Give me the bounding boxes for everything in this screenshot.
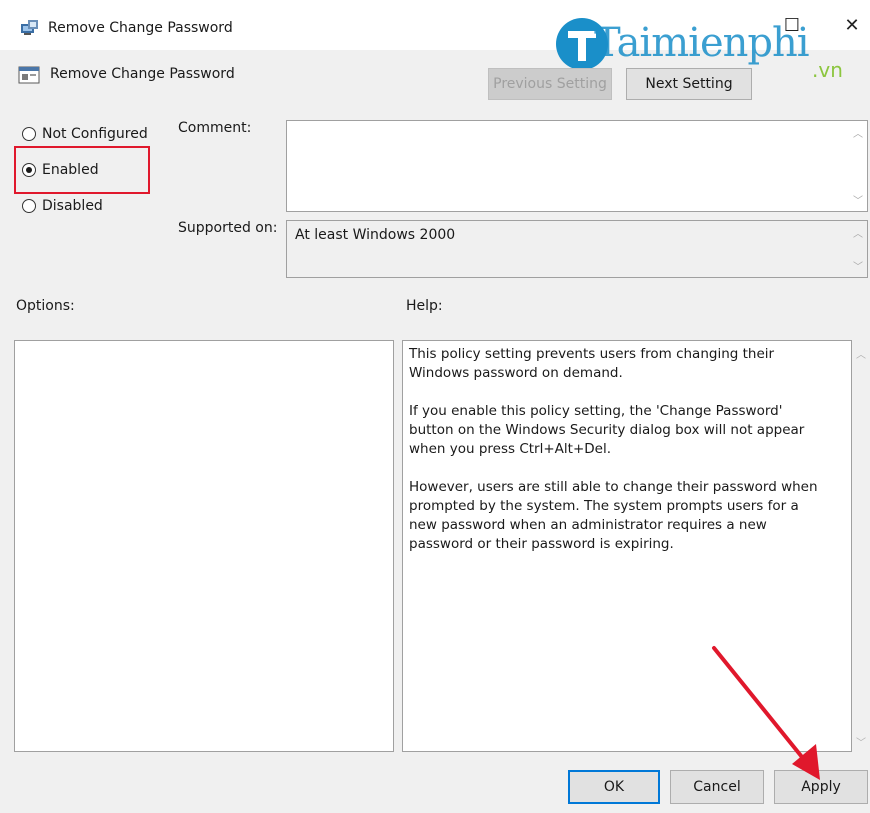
scroll-up-icon[interactable]: ︿ (853, 225, 863, 240)
arrow-annotation-icon (712, 646, 820, 780)
disabled-label: Disabled (42, 198, 103, 214)
help-text: This policy setting prevents users from … (409, 345, 825, 573)
supported-on-value: At least Windows 2000 (295, 227, 456, 243)
disabled-radio[interactable] (22, 199, 36, 213)
scroll-down-icon[interactable]: ﹀ (853, 192, 863, 207)
options-pane (14, 340, 394, 752)
next-setting-button[interactable]: Next Setting (626, 68, 752, 100)
highlight-annotation-box (14, 146, 150, 194)
group-policy-icon (21, 20, 38, 35)
help-label: Help: (406, 298, 443, 314)
comment-input[interactable]: ︿ ﹀ (286, 120, 868, 212)
scroll-up-icon[interactable]: ︿ (853, 125, 863, 140)
supported-on-field: At least Windows 2000 ︿ ﹀ (286, 220, 868, 278)
policy-setting-icon (18, 66, 40, 84)
not-configured-option[interactable]: Not Configured (22, 126, 148, 142)
options-label: Options: (16, 298, 75, 314)
disabled-option[interactable]: Disabled (22, 198, 103, 214)
scroll-down-icon[interactable]: ﹀ (856, 734, 866, 749)
watermark-suffix: .vn (812, 58, 843, 82)
comment-label: Comment: (178, 120, 252, 136)
help-paragraph: However, users are still able to change … (409, 479, 818, 552)
previous-setting-button[interactable]: Previous Setting (488, 68, 612, 100)
watermark-text: Taimienphi (594, 20, 810, 66)
not-configured-label: Not Configured (42, 126, 148, 142)
help-paragraph: If you enable this policy setting, the '… (409, 403, 805, 457)
scroll-up-icon[interactable]: ︿ (856, 346, 866, 361)
setting-name: Remove Change Password (50, 66, 235, 82)
help-paragraph: This policy setting prevents users from … (409, 346, 775, 381)
window-title: Remove Change Password (48, 20, 233, 36)
ok-button[interactable]: OK (568, 770, 660, 804)
supported-on-label: Supported on: (178, 220, 278, 236)
scroll-down-icon[interactable]: ﹀ (853, 258, 863, 273)
watermark-logo: Taimienphi .vn (552, 14, 870, 82)
not-configured-radio[interactable] (22, 127, 36, 141)
